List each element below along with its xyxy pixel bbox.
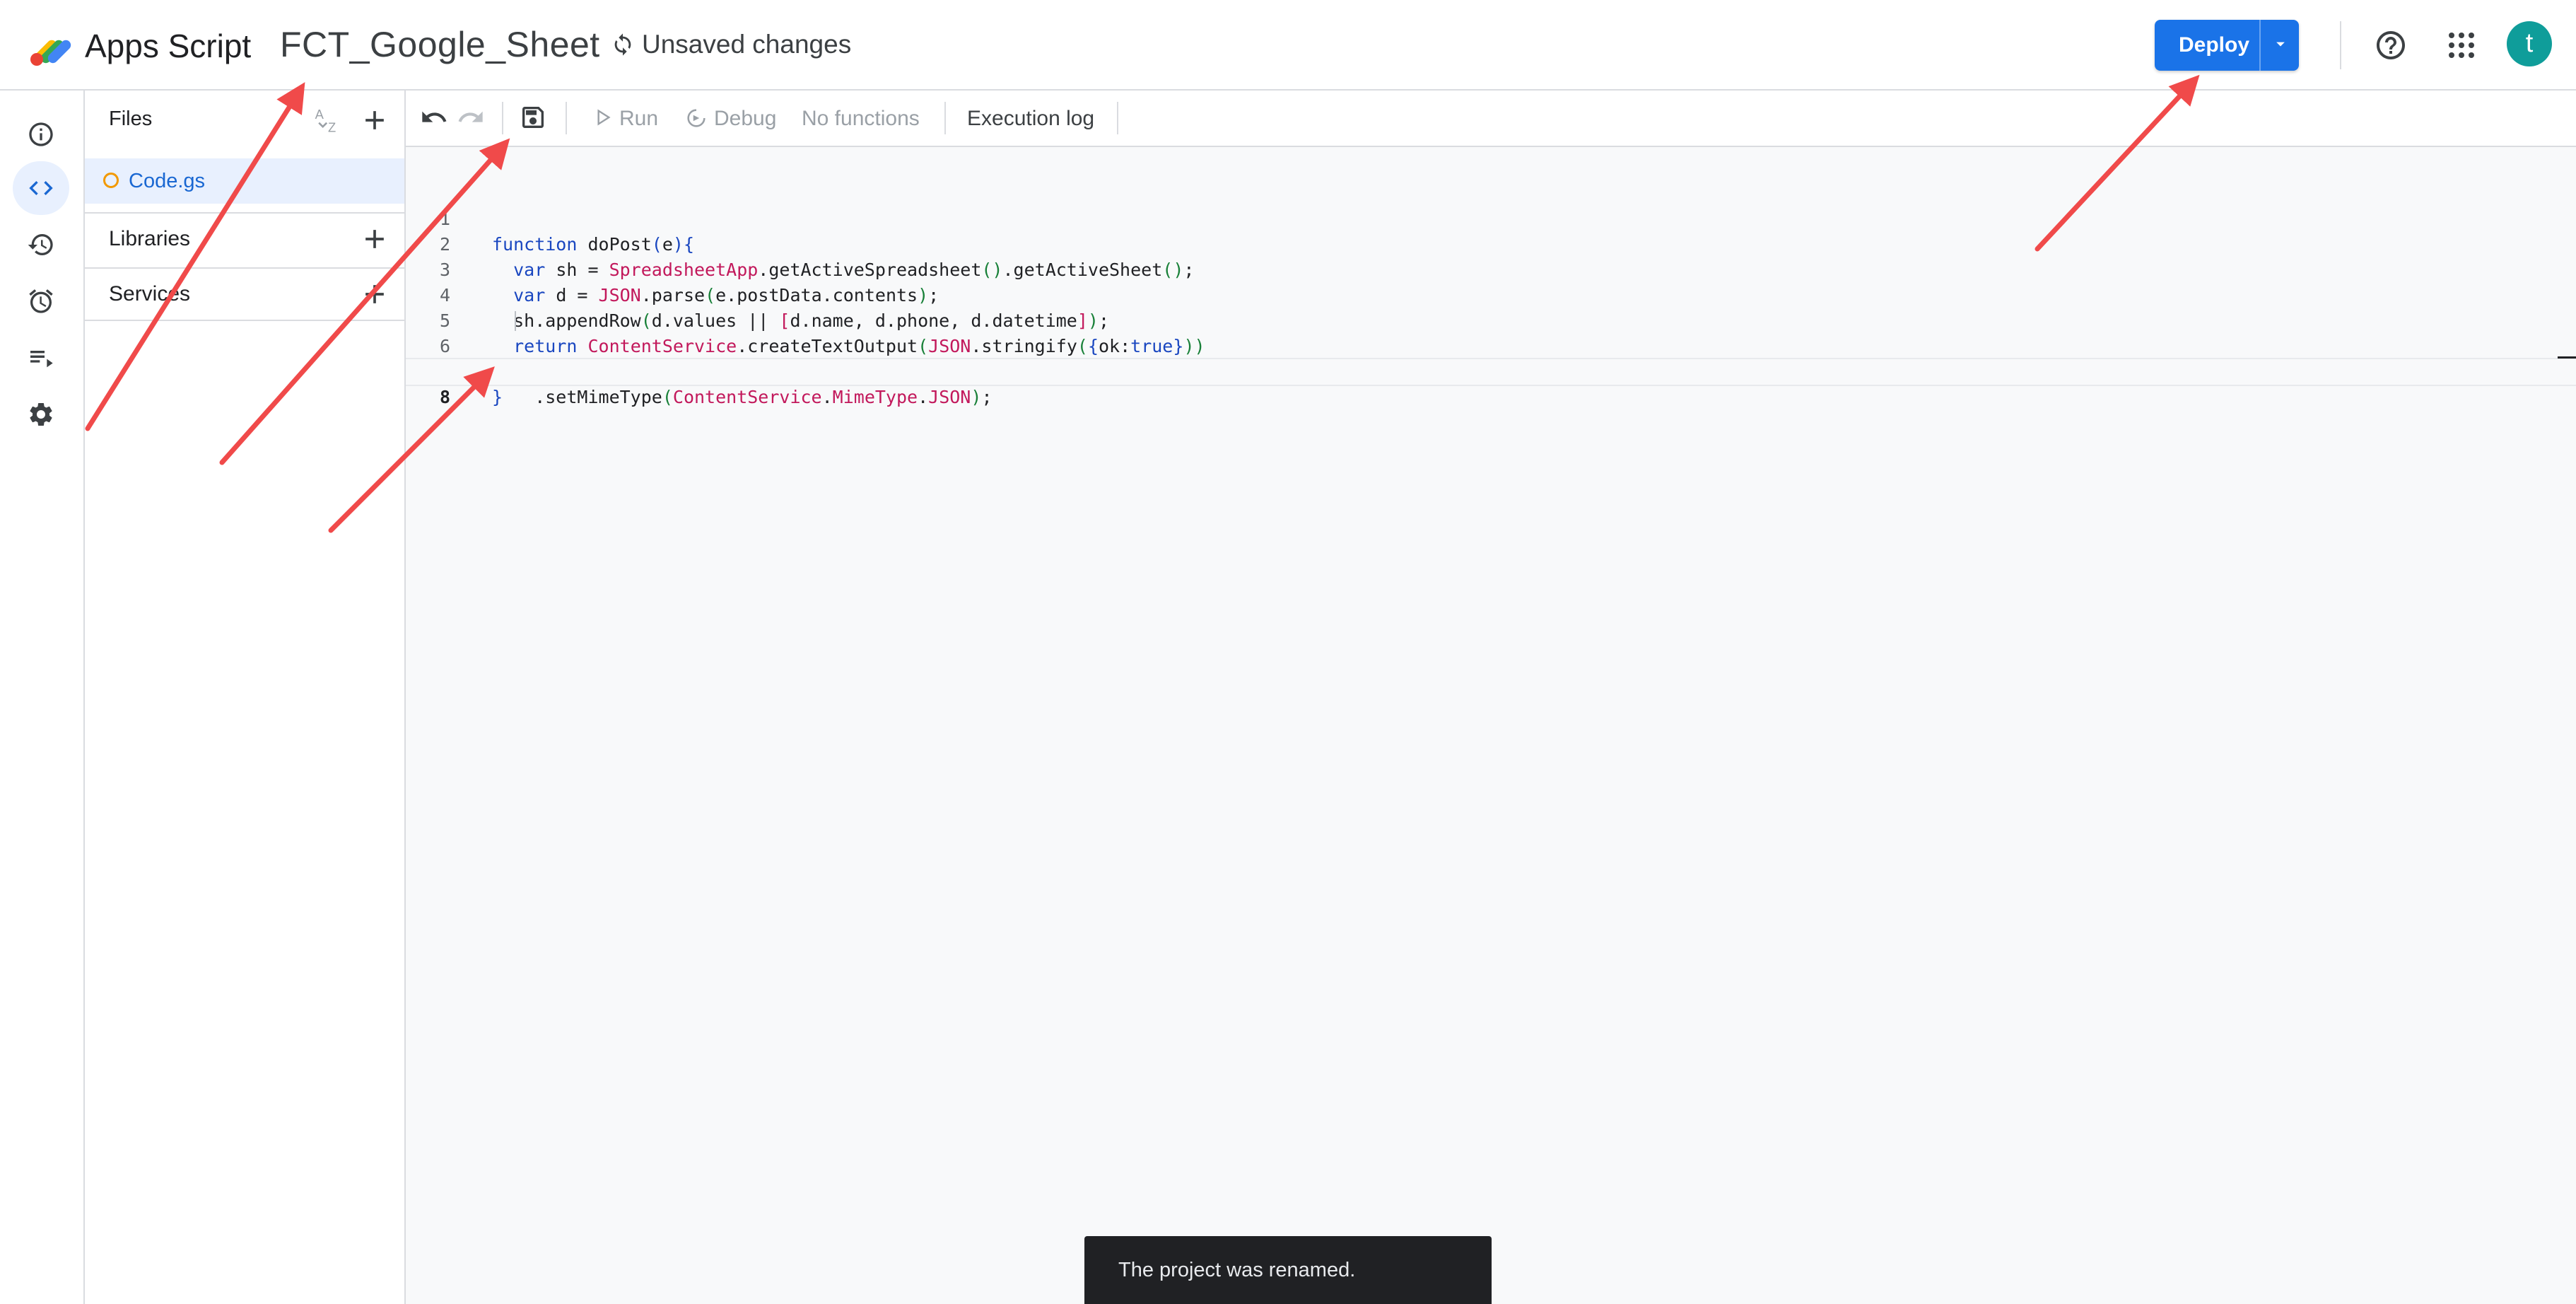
code-icon (29, 181, 53, 195)
toolbar-divider (502, 102, 503, 134)
services-section[interactable]: Services (85, 267, 404, 321)
rail-settings[interactable] (13, 388, 69, 441)
deploy-button[interactable]: Deploy (2155, 20, 2299, 71)
add-file-icon[interactable] (359, 105, 390, 136)
overview-ruler-marker (2558, 356, 2576, 359)
rail-editor[interactable] (13, 161, 69, 215)
history-icon (28, 234, 53, 255)
file-name: Code.gs (129, 170, 206, 192)
run-button[interactable]: Run (619, 105, 658, 133)
files-title: Files (109, 107, 153, 130)
chevron-down-icon[interactable] (2271, 34, 2290, 54)
editor-toolbar: Run Debug No functions Execution log (406, 91, 2576, 147)
undo-icon[interactable] (420, 103, 448, 132)
code-editor[interactable]: 1 function doPost(e){ 2 var sh = Spreads… (406, 147, 2576, 1304)
header-divider (2340, 21, 2341, 69)
add-library-icon[interactable] (359, 223, 390, 255)
code-text: .setMimeType(ContentService.MimeType.JSO… (492, 387, 993, 407)
rail-triggers[interactable] (13, 274, 69, 328)
svg-text:Z: Z (328, 120, 336, 135)
code-line[interactable]: 3 var d = JSON.parse(e.postData.contents… (406, 232, 2576, 305)
avatar[interactable]: t (2507, 21, 2552, 66)
rail-executions[interactable] (13, 331, 69, 385)
redo-icon[interactable] (457, 103, 485, 132)
code-text: } (492, 387, 503, 407)
sync-icon (614, 33, 631, 56)
libraries-label: Libraries (109, 227, 191, 250)
alarm-icon (29, 289, 53, 313)
code-line[interactable]: 1 function doPost(e){ (406, 181, 2576, 255)
code-line-current[interactable]: 8 (406, 358, 2576, 407)
code-line[interactable]: 7 } (406, 334, 2576, 407)
apps-script-logo[interactable] (28, 25, 75, 68)
sort-az-icon[interactable]: A Z (312, 105, 344, 136)
project-title[interactable]: FCT_Google_Sheet (280, 23, 600, 66)
toolbar-divider (566, 102, 567, 134)
deploy-divider (2259, 20, 2261, 71)
help-icon[interactable] (2374, 28, 2408, 62)
svg-text:A: A (315, 107, 324, 122)
services-label: Services (109, 282, 191, 305)
code-line[interactable]: 4 sh.appendRow(d.values || [d.name, d.ph… (406, 257, 2576, 331)
function-select[interactable]: No functions (802, 105, 920, 133)
snackbar-message: The project was renamed. (1118, 1259, 1356, 1281)
left-navigation-rail (0, 91, 85, 1304)
libraries-section[interactable]: Libraries (85, 212, 404, 266)
files-panel: Files A Z Code.gs Libraries Services (85, 91, 406, 1304)
google-apps-icon[interactable] (2445, 28, 2478, 62)
execution-log-button[interactable]: Execution log (967, 105, 1094, 133)
toolbar-divider (1117, 102, 1118, 134)
indent-guide (515, 311, 516, 331)
debug-icon[interactable] (684, 106, 708, 130)
add-service-icon[interactable] (359, 279, 390, 310)
debug-button[interactable]: Debug (714, 105, 776, 133)
code-line[interactable]: 2 var sh = SpreadsheetApp.getActiveSprea… (406, 206, 2576, 280)
toolbar-divider (944, 102, 946, 134)
save-icon[interactable] (519, 103, 547, 132)
executions-icon (30, 351, 53, 368)
gear-icon (30, 403, 52, 426)
deploy-label: Deploy (2179, 33, 2250, 57)
code-line[interactable]: 6 .setMimeType(ContentService.MimeType.J… (406, 308, 2576, 407)
top-app-bar: Apps Script FCT_Google_Sheet Unsaved cha… (0, 0, 2576, 91)
app-name[interactable]: Apps Script (85, 25, 251, 66)
unsaved-dot-icon (103, 173, 119, 188)
run-icon[interactable] (591, 106, 614, 129)
code-line[interactable]: 5 return ContentService.createTextOutput… (406, 283, 2576, 356)
file-item-code-gs[interactable]: Code.gs (85, 158, 404, 204)
save-status: Unsaved changes (642, 30, 852, 59)
info-icon (29, 122, 53, 146)
snackbar: The project was renamed. (1084, 1236, 1492, 1304)
rail-overview[interactable] (13, 107, 69, 161)
files-header: Files A Z (85, 91, 404, 156)
line-number: 8 (440, 387, 451, 407)
rail-history[interactable] (13, 218, 69, 272)
